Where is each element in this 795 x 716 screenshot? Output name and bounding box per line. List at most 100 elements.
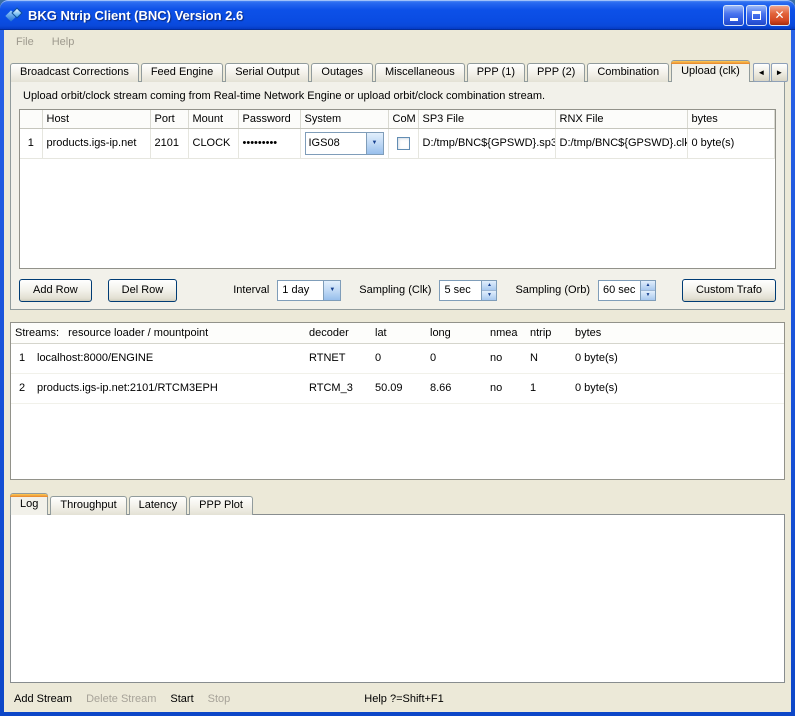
upload-header-password: Password [238,110,300,128]
upload-cell-mount[interactable]: CLOCK [188,128,238,158]
spin-up-icon: ▲ [487,282,492,288]
upload-header-rnx: RNX File [555,110,687,128]
stream-cell-ntrip[interactable]: 1 [526,373,571,403]
upload-description: Upload orbit/clock stream coming from Re… [23,90,545,102]
upload-cell-host[interactable]: products.igs-ip.net [42,128,150,158]
tab-scroll-right-icon: ► [775,68,783,77]
add-row-button[interactable]: Add Row [19,279,92,302]
upload-header-host: Host [42,110,150,128]
tab-scroll-left-button[interactable]: ◄ [753,63,770,82]
interval-combobox[interactable]: 1 day ▼ [277,280,341,301]
add-stream-button[interactable]: Add Stream [14,693,72,705]
upload-cell-port[interactable]: 2101 [150,128,188,158]
custom-trafo-button[interactable]: Custom Trafo [682,279,776,302]
stream-cell-lat[interactable]: 0 [371,343,426,373]
sampling-clk-spin-buttons: ▲ ▼ [481,281,496,300]
upload-cell-rnx[interactable]: D:/tmp/BNC${GPSWD}.clk [555,128,687,158]
system-combobox-arrow-button[interactable]: ▼ [366,133,383,154]
bottom-tabbar: Log Throughput Latency PPP Plot [10,493,785,515]
upload-controls: Add Row Del Row Interval 1 day ▼ Samplin… [19,278,776,302]
tab-upload-clk[interactable]: Upload (clk) [671,60,750,82]
stop-button[interactable]: Stop [208,693,231,705]
window-buttons: ✕ [723,5,790,26]
stream-cell-mountpoint[interactable]: products.igs-ip.net:2101/RTCM3EPH [33,373,305,403]
tab-throughput[interactable]: Throughput [50,496,126,515]
stream-row[interactable]: 2 products.igs-ip.net:2101/RTCM3EPH RTCM… [11,373,784,403]
streams-header-nmea: nmea [486,323,526,343]
sampling-orb-down-button[interactable]: ▼ [641,290,655,300]
stream-cell-long[interactable]: 8.66 [426,373,486,403]
interval-combobox-arrow-button[interactable]: ▼ [323,281,340,300]
upload-header-com: CoM [388,110,418,128]
app-icon [6,7,24,23]
streams-table: Streams: resource loader / mountpoint de… [10,322,785,480]
log-output[interactable] [10,514,785,683]
sampling-orb-spinbox[interactable]: 60 sec ▲ ▼ [598,280,656,301]
upload-header-mount: Mount [188,110,238,128]
sampling-clk-up-button[interactable]: ▲ [482,281,496,290]
close-icon: ✕ [774,8,784,22]
stream-cell-ntrip[interactable]: N [526,343,571,373]
minimize-button[interactable] [723,5,744,26]
upload-header-port: Port [150,110,188,128]
tab-ppp-plot[interactable]: PPP Plot [189,496,253,515]
titlebar[interactable]: BKG Ntrip Client (BNC) Version 2.6 ✕ [0,0,795,30]
stream-cell-decoder[interactable]: RTCM_3 [305,373,371,403]
stream-row[interactable]: 1 localhost:8000/ENGINE RTNET 0 0 no N 0… [11,343,784,373]
system-combobox[interactable]: IGS08 ▼ [305,132,384,155]
del-row-button[interactable]: Del Row [108,279,178,302]
tab-serial-output[interactable]: Serial Output [225,63,309,82]
stream-cell-nmea[interactable]: no [486,373,526,403]
tab-combination[interactable]: Combination [587,63,669,82]
close-button[interactable]: ✕ [769,5,790,26]
streams-header-bytes: bytes [571,323,784,343]
upload-cell-sp3[interactable]: D:/tmp/BNC${GPSWD}.sp3 [418,128,555,158]
tab-log[interactable]: Log [10,493,48,515]
delete-stream-button[interactable]: Delete Stream [86,693,156,705]
sampling-orb-up-button[interactable]: ▲ [641,281,655,290]
sampling-clk-down-button[interactable]: ▼ [482,290,496,300]
upload-header-sp3: SP3 File [418,110,555,128]
sampling-clk-label: Sampling (Clk) [359,284,431,296]
stream-cell-bytes[interactable]: 0 byte(s) [571,373,784,403]
upload-cell-com [388,128,418,158]
sampling-orb-label: Sampling (Orb) [515,284,590,296]
tab-latency[interactable]: Latency [129,496,188,515]
tab-miscellaneous[interactable]: Miscellaneous [375,63,465,82]
menu-file[interactable]: File [7,33,43,51]
tab-scroll-arrows: ◄ ► [752,63,788,82]
tab-broadcast-corrections[interactable]: Broadcast Corrections [10,63,139,82]
upload-cell-password[interactable]: ••••••••• [238,128,300,158]
stream-cell-decoder[interactable]: RTNET [305,343,371,373]
tab-ppp-1[interactable]: PPP (1) [467,63,525,82]
sampling-clk-value: 5 sec [440,281,481,300]
maximize-button[interactable] [746,5,767,26]
stream-cell-nmea[interactable]: no [486,343,526,373]
tab-scroll-left-icon: ◄ [757,68,765,77]
sampling-clk-spinbox[interactable]: 5 sec ▲ ▼ [439,280,497,301]
tab-feed-engine[interactable]: Feed Engine [141,63,223,82]
system-combobox-value: IGS08 [306,133,366,154]
streams-header-decoder: decoder [305,323,371,343]
stream-row-number: 2 [11,373,33,403]
start-button[interactable]: Start [170,693,193,705]
bnc-window: BKG Ntrip Client (BNC) Version 2.6 ✕ Fil… [0,0,795,716]
interval-label: Interval [233,284,269,296]
tab-ppp-2[interactable]: PPP (2) [527,63,585,82]
stream-cell-bytes[interactable]: 0 byte(s) [571,343,784,373]
menubar: File Help [4,30,791,54]
help-hint: Help ?=Shift+F1 [364,693,444,705]
stream-cell-mountpoint[interactable]: localhost:8000/ENGINE [33,343,305,373]
streams-header-row: Streams: resource loader / mountpoint de… [11,323,784,343]
statusbar: Add Stream Delete Stream Start Stop Help… [4,688,791,710]
com-checkbox[interactable] [397,137,410,150]
streams-header-mountpoint: Streams: resource loader / mountpoint [11,323,305,343]
tab-scroll-right-button[interactable]: ► [771,63,788,82]
stream-cell-long[interactable]: 0 [426,343,486,373]
stream-cell-lat[interactable]: 50.09 [371,373,426,403]
upload-row-number: 1 [20,128,42,158]
tab-outages[interactable]: Outages [311,63,373,82]
streams-header-lat: lat [371,323,426,343]
menu-help[interactable]: Help [43,33,84,51]
upload-cell-system: IGS08 ▼ [300,128,388,158]
